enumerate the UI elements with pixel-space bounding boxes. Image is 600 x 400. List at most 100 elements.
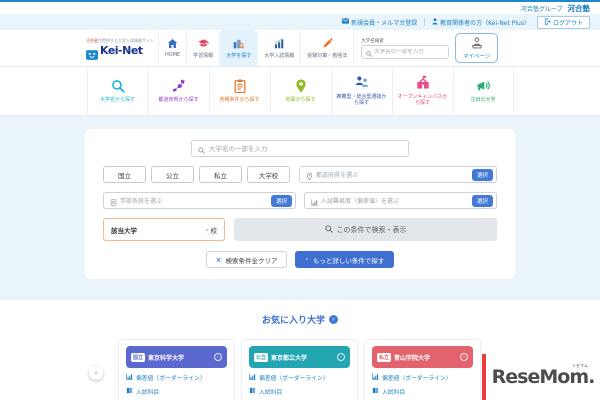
mypage-button[interactable]: マイページ — [455, 33, 499, 63]
resemom-logo: リセマム ReseMom. — [491, 362, 596, 388]
header-search: 大学名検索 — [361, 30, 450, 66]
main-nav: HOME 学習情報 大学を探す 大学入試情報 受験対策・勉強法 — [158, 30, 355, 66]
border-line-link[interactable]: 偏差値（ボーダーライン） — [249, 373, 350, 382]
mypage-person-icon — [471, 36, 483, 51]
main-header: 河合塾が提供する大学入試情報サイト Kei-Net HOME 学習情報 大学を探… — [0, 30, 600, 66]
search-panel: 国立 公立 私立 大学校 都道府県を選ぶ 選択 学部系統を選ぶ 選択 — [85, 129, 515, 279]
magnifier-icon — [111, 79, 125, 96]
kawaijuku-logo[interactable]: 河合塾 — [568, 3, 591, 14]
faculty-field[interactable]: 学部系統を選ぶ 選択 — [103, 192, 296, 209]
mail-icon — [342, 18, 350, 26]
logout-button[interactable]: ログアウト — [536, 15, 590, 29]
register-link[interactable]: 新規会員・メルマガ登録 — [342, 18, 417, 27]
favorite-card-private: 私立 青山学院大学 › 偏差値（ボーダーライン） 入試科目 — [364, 339, 481, 400]
search-icon — [198, 139, 205, 158]
nav-home[interactable]: HOME — [158, 30, 186, 66]
search-icon — [366, 42, 373, 61]
type-badge: 私立 — [377, 352, 392, 362]
divider — [424, 18, 426, 26]
category-open-campus[interactable]: オープンキャンパスから探す — [391, 67, 453, 115]
search-icon — [324, 224, 333, 235]
university-link[interactable]: 公立 東京都立大学 › — [249, 346, 350, 368]
home-icon — [167, 38, 178, 51]
people-icon — [355, 75, 369, 92]
type-badge: 公立 — [254, 352, 269, 362]
keinet-logo-text: Kei-Net — [100, 43, 143, 57]
grad-cap-icon — [198, 38, 209, 51]
border-line-link[interactable]: 偏差値（ボーダーライン） — [372, 373, 473, 382]
difficulty-field[interactable]: 入試難易度（偏差値）を選ぶ 選択 — [304, 192, 497, 209]
difficulty-select-button[interactable]: 選択 — [471, 194, 493, 207]
favorites-title: お気に入り大学 › — [0, 313, 600, 326]
exam-subjects-link[interactable]: 入試科目 — [126, 387, 227, 396]
university-link[interactable]: 私立 青山学院大学 › — [372, 346, 473, 368]
school-icon — [416, 75, 430, 92]
type-national-button[interactable]: 国立 — [103, 166, 146, 183]
prefecture-field[interactable]: 都道府県を選ぶ 選択 — [299, 166, 497, 183]
category-row: 大学名から探す 都道府県から探す 各種条件から探す 地図から探す 推薦型・総合型… — [0, 66, 600, 116]
resemom-watermark: リセマム ReseMom. — [482, 354, 600, 400]
university-search-icon — [233, 38, 245, 51]
chart-icon — [249, 373, 256, 382]
detailed-search-button[interactable]: › もっと詳しい条件で探す — [295, 251, 395, 268]
pen-icon — [322, 37, 333, 51]
type-badge: 国立 — [131, 352, 146, 362]
book-icon — [249, 387, 256, 396]
exam-subjects-link[interactable]: 入試科目 — [249, 387, 350, 396]
search-band: 国立 公立 私立 大学校 都道府県を選ぶ 選択 学部系統を選ぶ 選択 — [0, 116, 600, 300]
chevron-right-icon[interactable]: › — [329, 315, 338, 324]
category-by-recommendation[interactable]: 推薦型・総合型選抜から探す — [330, 67, 392, 115]
document-icon — [110, 191, 117, 210]
educators-link[interactable]: 教育関係者の方（Kei-Net Plus） — [432, 17, 530, 27]
chart-icon — [372, 373, 379, 382]
resemom-ruby: リセマム — [572, 362, 588, 368]
matched-count: - — [205, 225, 209, 234]
carousel-left-button[interactable]: ‹ — [89, 366, 103, 380]
nav-find-university[interactable]: 大学を探す — [219, 30, 258, 66]
chevron-left-icon: ‹ — [94, 369, 98, 377]
type-college-button[interactable]: 大学校 — [247, 166, 290, 183]
search-submit-button[interactable]: この条件で検索・表示 — [234, 218, 497, 241]
header-search-label: 大学名検索 — [361, 38, 384, 44]
category-by-name[interactable]: 大学名から探す — [86, 67, 148, 115]
utility-bar: 新規会員・メルマガ登録 教育関係者の方（Kei-Net Plus） ログアウト — [0, 14, 600, 30]
category-featured[interactable]: 注目の大学 — [452, 67, 514, 115]
map-pin-icon — [294, 78, 308, 96]
type-private-button[interactable]: 私立 — [199, 166, 242, 183]
matched-universities-box: 該当大学 - 校 — [103, 218, 225, 241]
keinet-logo-icon — [86, 45, 98, 61]
matched-label: 該当大学 — [111, 226, 137, 235]
category-by-prefecture[interactable]: 都道府県から探す — [147, 67, 209, 115]
close-icon: × — [215, 255, 222, 264]
prefecture-select-button[interactable]: 選択 — [471, 168, 493, 181]
chevron-right-icon: › — [214, 353, 222, 361]
chevron-right-icon: › — [337, 353, 345, 361]
border-line-link[interactable]: 偏差値（ボーダーライン） — [126, 373, 227, 382]
logout-icon — [544, 17, 551, 27]
nav-exam-info[interactable]: 大学入試情報 — [257, 30, 300, 66]
faculty-select-button[interactable]: 選択 — [270, 194, 292, 207]
book-icon — [372, 387, 379, 396]
favorite-card-national: 国立 東京科学大学 › 偏差値（ボーダーライン） 入試科目 — [118, 339, 235, 400]
page: 河合塾グループ 河合塾 新規会員・メルマガ登録 教育関係者の方（Kei-Net … — [0, 0, 600, 400]
exam-subjects-link[interactable]: 入試科目 — [372, 387, 473, 396]
type-public-button[interactable]: 公立 — [151, 166, 194, 183]
bar-chart-icon — [274, 37, 285, 51]
brand-bar: 河合塾グループ 河合塾 — [0, 2, 600, 14]
map-pin-icon — [306, 165, 313, 184]
university-name-input[interactable] — [209, 144, 402, 153]
japan-map-icon — [172, 78, 186, 96]
chevron-right-icon: › — [305, 256, 308, 263]
book-icon — [126, 387, 133, 396]
category-by-conditions[interactable]: 各種条件から探す — [208, 67, 270, 115]
header-search-input[interactable] — [374, 48, 445, 55]
chevron-right-icon: › — [460, 353, 468, 361]
keinet-logo[interactable]: 河合塾が提供する大学入試情報サイト Kei-Net — [86, 30, 158, 66]
clear-conditions-button[interactable]: × 検索条件全クリア — [205, 251, 288, 268]
category-by-map[interactable]: 地図から探す — [269, 67, 331, 115]
university-link[interactable]: 国立 東京科学大学 › — [126, 346, 227, 368]
chart-icon — [126, 373, 133, 382]
favorite-card-public: 公立 東京都立大学 › 偏差値（ボーダーライン） 入試科目 — [241, 339, 358, 400]
nav-exam-prep[interactable]: 受験対策・勉強法 — [300, 30, 355, 66]
nav-study-info[interactable]: 学習情報 — [186, 30, 219, 66]
